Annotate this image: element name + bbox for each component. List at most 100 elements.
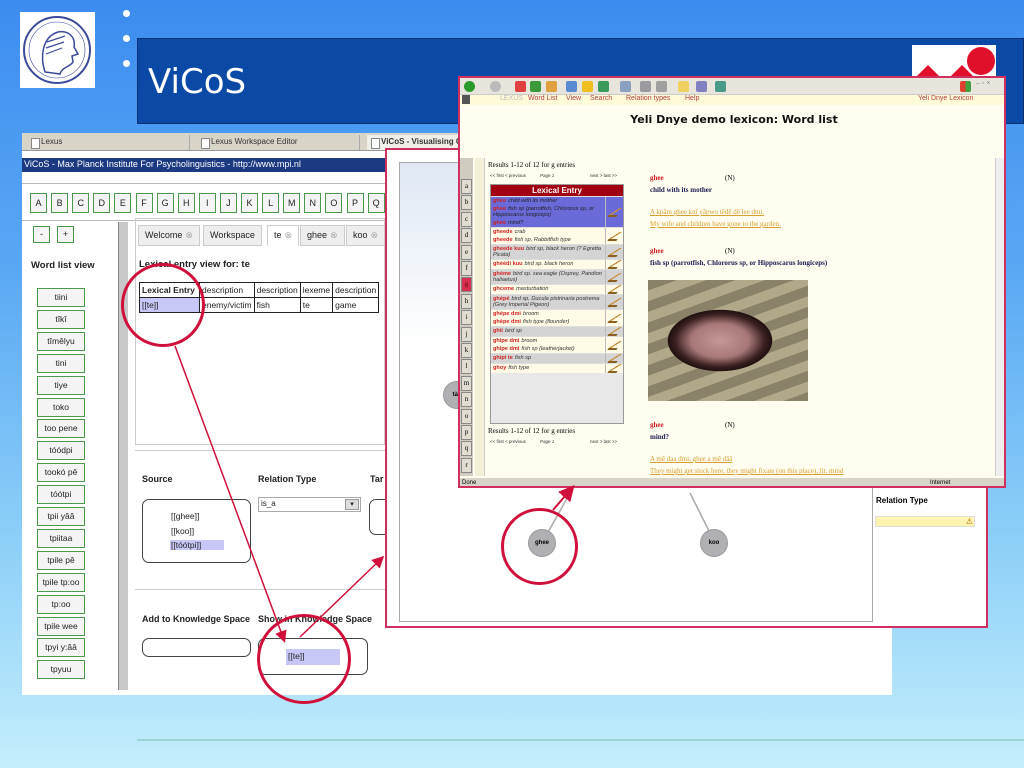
word-list-item[interactable]: tóótpi <box>37 485 85 505</box>
alphabet-button-q[interactable]: q <box>461 441 472 457</box>
pager-next-bottom[interactable]: next > last >> <box>590 439 617 444</box>
close-icon[interactable]: ⊗ <box>330 230 338 240</box>
menu-view[interactable]: View <box>566 95 581 102</box>
lexical-entry-row[interactable]: ghipe dmi broom ghipe dmi fish sp (leatherj… <box>491 336 623 353</box>
entry-line[interactable]: ghipe dmi fish sp (leatherjacket) <box>493 346 603 352</box>
source-item[interactable]: [[ghee]] <box>171 511 199 521</box>
alphabet-button-g[interactable]: g <box>461 277 472 293</box>
letter-button-k[interactable]: K <box>241 193 258 213</box>
menu-word-list[interactable]: Word List <box>528 95 557 102</box>
letter-button-o[interactable]: O <box>325 193 343 213</box>
word-list-item[interactable]: tiye <box>37 375 85 395</box>
word-list-item[interactable]: tîmêlyu <box>37 331 85 351</box>
alphabet-button-d[interactable]: d <box>461 228 472 244</box>
chevron-down-icon[interactable]: ▾ <box>345 499 359 510</box>
edit-button[interactable] <box>605 228 623 244</box>
entry-line[interactable]: ghee fish sp (parrotfish, Chlororus sp, o… <box>493 206 603 218</box>
letter-button-g[interactable]: G <box>156 193 174 213</box>
source-item-selected[interactable]: [[tóótpi]] <box>170 540 224 550</box>
entry-line[interactable]: gheede kuu bird sp, black heron (? Egrett… <box>493 246 603 258</box>
letter-button-c[interactable]: C <box>72 193 90 213</box>
alphabet-button-j[interactable]: j <box>461 326 472 342</box>
close-icon[interactable]: ⊗ <box>285 230 293 240</box>
add-knowledge-space-drop[interactable] <box>142 638 251 657</box>
word-list-item[interactable]: tpile tp:oo <box>37 572 85 592</box>
word-list-item[interactable]: too pene <box>37 419 85 439</box>
entry-line[interactable]: ghèpe dmi broom <box>493 311 603 317</box>
letter-button-b[interactable]: B <box>51 193 69 213</box>
alphabet-button-a[interactable]: a <box>461 179 472 194</box>
edit-button[interactable] <box>605 337 623 353</box>
tab-welcome[interactable]: Welcome ⊗ <box>138 225 200 246</box>
graph-relation-type-input[interactable]: ⚠ <box>875 516 975 527</box>
messenger-icon[interactable] <box>696 81 707 92</box>
alphabet-button-b[interactable]: b <box>461 195 472 211</box>
edit-icon[interactable] <box>656 81 667 92</box>
letter-button-h[interactable]: H <box>177 193 195 213</box>
alphabet-button-l[interactable]: l <box>461 359 472 375</box>
lexical-entry-row[interactable]: ghee child with its mother ghee fish sp (pa… <box>491 196 623 227</box>
refresh-icon[interactable] <box>530 81 541 92</box>
entry-line[interactable]: ghee child with its mother <box>493 198 603 204</box>
tab-workspace[interactable]: Workspace <box>203 225 262 246</box>
relation-type-select[interactable]: is_a ▾ <box>258 497 361 512</box>
alphabet-button-f[interactable]: f <box>461 261 472 276</box>
entry-line[interactable]: ghee mind? <box>493 220 603 226</box>
example-link[interactable]: A kpâm ghee knî yâpwo têdê dê lee dmi. <box>650 208 990 216</box>
alphabet-button-n[interactable]: n <box>461 392 472 408</box>
edit-button[interactable] <box>605 285 623 294</box>
entry-line[interactable]: ghipe dmi broom <box>493 338 603 344</box>
list-scrollbar[interactable] <box>475 158 485 476</box>
back-icon[interactable] <box>464 81 475 92</box>
menu-relation-types[interactable]: Relation types <box>626 95 670 102</box>
word-list-item[interactable]: tpile pê <box>37 550 85 570</box>
favorites-icon[interactable] <box>582 81 593 92</box>
entry-line[interactable]: ghipi te fish sp <box>493 355 603 361</box>
entry-line[interactable]: gheede fish sp, Rabbitfish type <box>493 237 603 243</box>
word-list-item[interactable]: toko <box>37 397 85 417</box>
edit-button[interactable] <box>605 197 623 227</box>
zoom-out-button[interactable]: - <box>33 226 50 243</box>
edit-button[interactable] <box>605 245 623 259</box>
graph-node[interactable]: koo <box>700 529 728 557</box>
example-link[interactable]: They might get stuck here, they might fi… <box>650 467 990 475</box>
alphabet-button-r[interactable]: r <box>461 457 472 473</box>
entry-line[interactable]: gheede crab <box>493 229 603 235</box>
letter-button-j[interactable]: J <box>219 193 237 213</box>
entry-line[interactable]: ghoy fish type <box>493 365 603 371</box>
browser-tab-workspace-editor[interactable]: Lexus Workspace Editor <box>197 135 360 150</box>
lexical-entry-row[interactable]: gheede crab gheede fish sp, Rabbitfish type <box>491 227 623 244</box>
word-list-item[interactable]: tpyuu <box>37 660 85 680</box>
word-list-item[interactable]: tini <box>37 353 85 373</box>
window-controls[interactable]: – ▫ × <box>976 80 990 87</box>
folder-icon[interactable] <box>678 81 689 92</box>
word-list-item[interactable]: tpii yââ <box>37 507 85 526</box>
lexical-entry-row[interactable]: ghéme bird sp. sea eagle (Osprey, Pandion… <box>491 269 623 284</box>
edit-button[interactable] <box>605 270 623 284</box>
entry-line[interactable]: ghéme bird sp. sea eagle (Osprey, Pandion… <box>493 271 603 283</box>
edit-button[interactable] <box>605 295 623 309</box>
detail-scrollbar[interactable] <box>995 158 1004 476</box>
entry-line[interactable]: ghceme masturbation <box>493 286 603 292</box>
word-list-item[interactable]: tpiitaa <box>37 528 85 548</box>
letter-button-a[interactable]: A <box>30 193 47 213</box>
zoom-in-button[interactable]: + <box>57 226 74 243</box>
history-icon[interactable] <box>598 81 609 92</box>
word-list-item[interactable]: tpile wee <box>37 616 85 636</box>
alphabet-button-k[interactable]: k <box>461 343 472 358</box>
alphabet-button-c[interactable]: c <box>461 211 472 227</box>
menu-help[interactable]: Help <box>685 95 699 102</box>
browser-tab-lexus[interactable]: Lexus <box>27 135 190 150</box>
pager-next[interactable]: next > last >> <box>590 173 617 178</box>
lexical-entry-row[interactable]: ghii bird sp <box>491 326 623 336</box>
home-icon[interactable] <box>546 81 557 92</box>
entry-line[interactable]: ghéédi kuu bird sp. black heron <box>493 261 603 267</box>
edit-button[interactable] <box>605 364 623 373</box>
letter-button-l[interactable]: L <box>262 193 280 213</box>
word-list-item[interactable]: tp:oo <box>37 594 85 614</box>
edit-button[interactable] <box>605 260 623 269</box>
word-list-item[interactable]: tpyi y:ââ <box>37 638 85 658</box>
lexical-entry-row[interactable]: ghipi te fish sp <box>491 353 623 363</box>
alphabet-button-m[interactable]: m <box>461 375 472 391</box>
alphabet-button-i[interactable]: i <box>461 310 472 326</box>
